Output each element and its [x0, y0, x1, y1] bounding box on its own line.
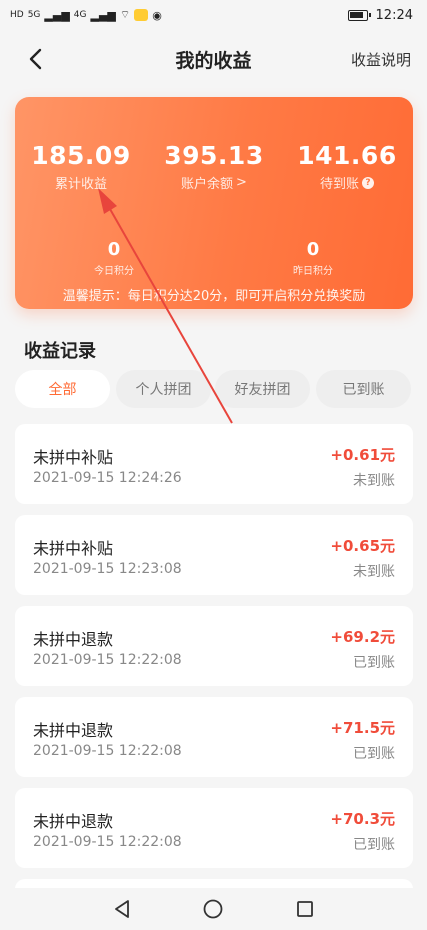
tab-received[interactable]: 已到账	[316, 370, 411, 408]
battery-icon	[347, 9, 371, 21]
record-amount: +70.3元	[330, 810, 395, 828]
record-time: 2021-09-15 12:22:08	[33, 743, 182, 759]
wifi-icon: ⌔	[119, 8, 131, 21]
yesterday-points: 0 昨日积分	[214, 239, 412, 278]
records-title: 收益记录	[24, 341, 96, 362]
chevron-right-icon: >	[236, 175, 247, 190]
4g-indicator: 4G	[73, 9, 87, 20]
app-notification-icon	[134, 9, 149, 21]
status-bar: HD 5G ▂▄▆ 4G ▂▄▆ ⌔ ◉ 12:24	[0, 0, 427, 30]
account-balance-stat[interactable]: 395.13 账户余额 >	[148, 141, 280, 192]
question-icon[interactable]: ?	[362, 176, 374, 189]
record-status: 已到账	[353, 837, 395, 853]
system-nav-bar	[0, 888, 427, 930]
record-amount: +69.2元	[330, 628, 395, 646]
account-balance-label: 账户余额	[181, 177, 234, 192]
record-amount: +0.61元	[330, 446, 395, 464]
system-home-button[interactable]	[200, 896, 226, 922]
yesterday-points-label: 昨日积分	[293, 266, 333, 277]
record-amount: +71.5元	[330, 719, 395, 737]
recent-square-icon	[297, 901, 313, 917]
today-points-label: 今日积分	[94, 266, 134, 277]
record-time: 2021-09-15 12:24:26	[33, 470, 182, 486]
total-earnings-value: 185.09	[31, 141, 131, 170]
total-earnings-label: 累计收益	[54, 177, 107, 192]
record-item[interactable]: 未拼中补贴 2021-09-15 12:24:26 +0.61元 未到账	[15, 424, 413, 504]
earnings-help-link[interactable]: 收益说明	[351, 49, 411, 70]
pending-label: 待到账	[319, 177, 359, 192]
hd-indicator: HD	[10, 9, 24, 20]
record-title: 未拼中补贴	[33, 448, 114, 467]
account-balance-value: 395.13	[164, 141, 264, 170]
tab-friend-group[interactable]: 好友拼团	[215, 370, 310, 408]
status-indicators: HD 5G ▂▄▆ 4G ▂▄▆ ⌔ ◉	[10, 8, 162, 22]
total-earnings-stat: 185.09 累计收益	[15, 141, 147, 192]
record-title: 未拼中退款	[33, 812, 114, 831]
5g-indicator: 5G	[27, 9, 41, 20]
back-triangle-icon	[115, 900, 129, 918]
status-right: 12:24	[347, 7, 413, 23]
record-item[interactable]: 未拼中退款 2021-09-15 12:22:08 +70.3元 已到账	[15, 788, 413, 868]
record-title: 未拼中退款	[33, 630, 114, 649]
system-recent-button[interactable]	[292, 896, 318, 922]
tab-personal-group[interactable]: 个人拼团	[116, 370, 211, 408]
record-status: 已到账	[353, 746, 395, 762]
home-circle-icon	[203, 899, 223, 919]
record-status: 已到账	[353, 655, 395, 671]
status-time: 12:24	[375, 7, 413, 23]
signal-icon: ▂▄▆	[44, 8, 70, 22]
record-time: 2021-09-15 12:22:08	[33, 652, 182, 668]
record-item[interactable]: 未拼中退款 2021-09-15 12:22:08 +71.5元 已到账	[15, 697, 413, 777]
pending-stat: 141.66 待到账 ?	[281, 141, 413, 192]
clock-notification-icon: ◉	[152, 8, 162, 22]
earnings-summary-card: 185.09 累计收益 395.13 账户余额 > 141.66 待到账 ? 0…	[15, 97, 413, 309]
nav-header: 我的收益 收益说明	[0, 36, 427, 82]
system-back-button[interactable]	[109, 896, 135, 922]
record-status: 未到账	[353, 564, 395, 580]
today-points: 0 今日积分	[15, 239, 213, 278]
record-item[interactable]: 未拼中退款 2021-09-15 12:22:08 +69.2元 已到账	[15, 606, 413, 686]
record-status: 未到账	[353, 473, 395, 489]
pending-value: 141.66	[297, 141, 397, 170]
record-time: 2021-09-15 12:23:08	[33, 561, 182, 577]
today-points-value: 0	[107, 239, 121, 260]
records-filter-tabs: 全部 个人拼团 好友拼团 已到账	[15, 370, 413, 408]
record-title: 未拼中退款	[33, 721, 114, 740]
tab-all[interactable]: 全部	[15, 370, 110, 408]
signal-icon: ▂▄▆	[90, 8, 116, 22]
points-tip: 温馨提示：每日积分达20分，即可开启积分兑换奖励	[62, 289, 366, 304]
record-item[interactable]: 未拼中补贴 2021-09-15 12:23:08 +0.65元 未到账	[15, 515, 413, 595]
record-time: 2021-09-15 12:22:08	[33, 834, 182, 850]
record-title: 未拼中补贴	[33, 539, 114, 558]
yesterday-points-value: 0	[306, 239, 320, 260]
record-amount: +0.65元	[330, 537, 395, 555]
